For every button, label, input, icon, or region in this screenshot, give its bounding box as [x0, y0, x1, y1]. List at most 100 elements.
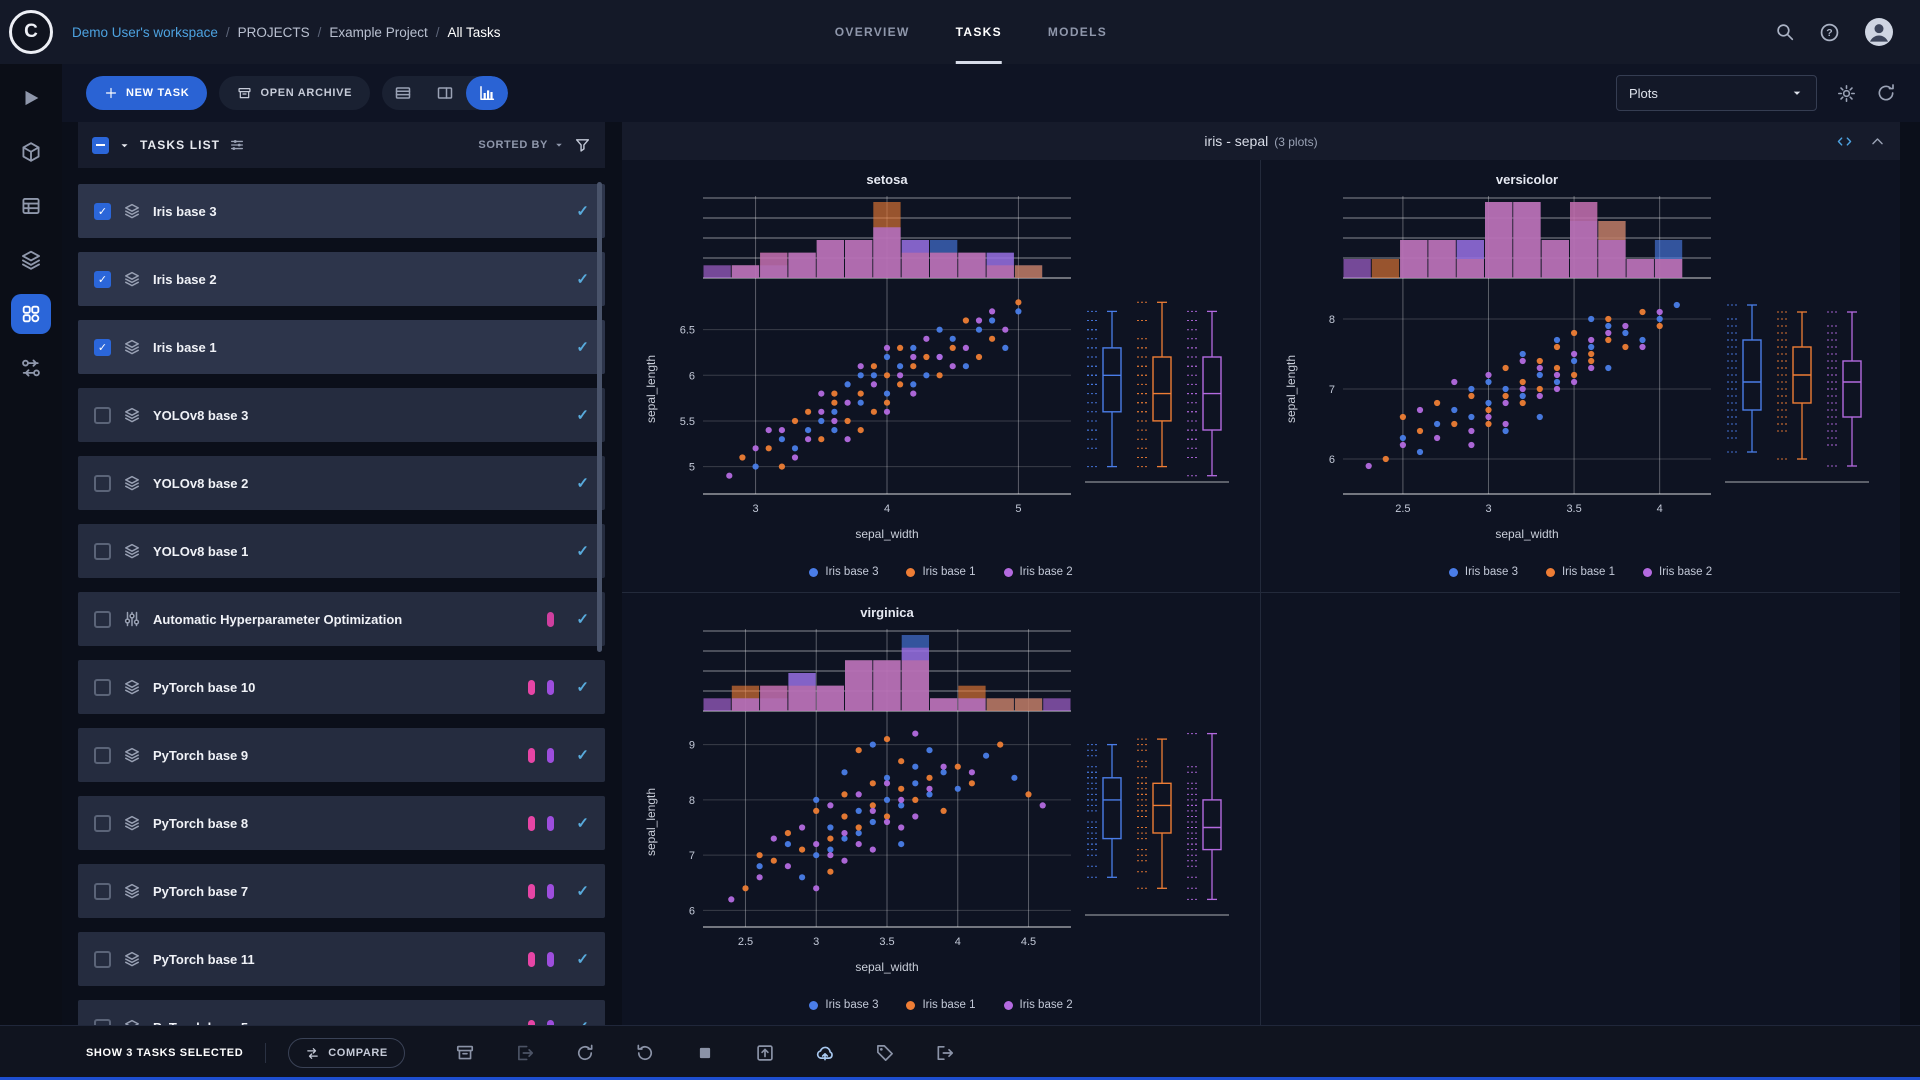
- task-checkbox[interactable]: [94, 611, 111, 628]
- archive-icon[interactable]: [455, 1043, 475, 1063]
- embed-code-icon[interactable]: [1836, 133, 1853, 150]
- nav-item-apps[interactable]: [11, 294, 51, 334]
- task-name: PyTorch base 9: [153, 748, 248, 763]
- help-icon[interactable]: ?: [1819, 22, 1840, 43]
- caret-down-icon[interactable]: [118, 139, 131, 152]
- task-checkbox[interactable]: [94, 815, 111, 832]
- task-row[interactable]: PyTorch base 7✓: [78, 864, 605, 918]
- collapse-icon[interactable]: [1869, 133, 1886, 150]
- legend-item[interactable]: Iris base 1: [906, 566, 975, 578]
- task-row[interactable]: Automatic Hyperparameter Optimization✓: [78, 592, 605, 646]
- tab-overview[interactable]: OVERVIEW: [835, 0, 910, 64]
- task-name: Iris base 3: [153, 204, 217, 219]
- task-row[interactable]: ✓Iris base 3✓: [78, 184, 605, 238]
- task-checkbox[interactable]: [94, 407, 111, 424]
- breadcrumb-item[interactable]: Demo User's workspace: [72, 25, 218, 40]
- move-to-icon[interactable]: [935, 1043, 955, 1063]
- task-checkbox[interactable]: [94, 747, 111, 764]
- task-checkbox[interactable]: ✓: [94, 203, 111, 220]
- legend-dot: [1643, 568, 1652, 577]
- plot-versicolor[interactable]: versicolor6782.533.54sepal_widthsepal_le…: [1281, 168, 1881, 564]
- header-actions: ?: [1775, 17, 1920, 47]
- nav-item-workers[interactable]: [11, 348, 51, 388]
- retry-icon[interactable]: [575, 1043, 595, 1063]
- plot-virginica[interactable]: virginica67892.533.544.5sepal_widthsepal…: [641, 601, 1241, 997]
- split-view-button[interactable]: [424, 76, 466, 110]
- compare-button[interactable]: COMPARE: [288, 1038, 405, 1068]
- plots-view-button[interactable]: [466, 76, 508, 110]
- task-row[interactable]: PyTorch base 8✓: [78, 796, 605, 850]
- legend-dot: [1004, 1001, 1013, 1010]
- footer-action-bar: SHOW 3 TASKS SELECTED COMPARE: [0, 1025, 1920, 1080]
- open-archive-button[interactable]: OPEN ARCHIVE: [219, 76, 370, 110]
- legend-item[interactable]: Iris base 3: [809, 566, 878, 578]
- tab-models[interactable]: MODELS: [1048, 0, 1107, 64]
- cloud-upload-icon[interactable]: [815, 1043, 835, 1063]
- nav-item-launch[interactable]: [11, 78, 51, 118]
- select-all-checkbox[interactable]: [92, 137, 109, 154]
- breadcrumb-item[interactable]: PROJECTS: [238, 25, 310, 40]
- legend-item[interactable]: Iris base 2: [1004, 999, 1073, 1011]
- task-checkbox[interactable]: [94, 475, 111, 492]
- task-checkbox[interactable]: [94, 679, 111, 696]
- task-name: YOLOv8 base 1: [153, 544, 248, 559]
- clearml-logo[interactable]: C: [0, 10, 62, 54]
- metric-view-dropdown[interactable]: Plots: [1616, 75, 1817, 111]
- breadcrumb-item[interactable]: Example Project: [329, 25, 427, 40]
- legend-item[interactable]: Iris base 2: [1643, 566, 1712, 578]
- plot-group-header[interactable]: iris - sepal (3 plots): [622, 122, 1900, 160]
- task-row[interactable]: PyTorch base 5✓: [78, 1000, 605, 1026]
- task-row[interactable]: ✓Iris base 2✓: [78, 252, 605, 306]
- scrollbar-thumb[interactable]: [597, 182, 602, 652]
- filter-icon[interactable]: [574, 137, 591, 154]
- legend-item[interactable]: Iris base 2: [1004, 566, 1073, 578]
- task-row[interactable]: PyTorch base 10✓: [78, 660, 605, 714]
- task-row[interactable]: YOLOv8 base 1✓: [78, 524, 605, 578]
- task-row[interactable]: PyTorch base 9✓: [78, 728, 605, 782]
- svg-text:4: 4: [955, 936, 961, 948]
- legend-item[interactable]: Iris base 3: [809, 999, 878, 1011]
- nav-item-reports[interactable]: [11, 186, 51, 226]
- svg-text:sepal_length: sepal_length: [644, 788, 658, 856]
- new-task-button[interactable]: NEW TASK: [86, 76, 207, 110]
- status-completed-icon: ✓: [576, 338, 589, 356]
- task-row[interactable]: ✓ Iris base 1 ✓: [78, 320, 605, 374]
- svg-text:3.5: 3.5: [879, 936, 894, 948]
- nav-item-pipelines[interactable]: [11, 240, 51, 280]
- customize-columns-icon[interactable]: [229, 137, 245, 153]
- settings-icon[interactable]: [1837, 84, 1856, 103]
- new-task-label: NEW TASK: [126, 87, 189, 99]
- auto-refresh-icon[interactable]: [1876, 83, 1896, 103]
- legend-item[interactable]: Iris base 3: [1449, 566, 1518, 578]
- abort-icon[interactable]: [695, 1043, 715, 1063]
- plot-setosa[interactable]: setosa55.566.5345sepal_widthsepal_length: [641, 168, 1241, 564]
- tab-tasks[interactable]: TASKS: [956, 0, 1002, 64]
- task-checkbox[interactable]: [94, 543, 111, 560]
- task-checkbox[interactable]: [94, 883, 111, 900]
- search-icon[interactable]: [1775, 22, 1795, 42]
- table-view-icon: [394, 84, 412, 102]
- reset-icon[interactable]: [635, 1043, 655, 1063]
- task-row[interactable]: YOLOv8 base 3✓: [78, 388, 605, 442]
- task-row[interactable]: YOLOv8 base 2✓: [78, 456, 605, 510]
- breadcrumb-item[interactable]: All Tasks: [447, 25, 500, 40]
- svg-text:sepal_length: sepal_length: [644, 355, 658, 423]
- task-row[interactable]: PyTorch base 11✓: [78, 932, 605, 986]
- nav-item-datasets[interactable]: [11, 132, 51, 172]
- dequeue-icon[interactable]: [515, 1043, 535, 1063]
- task-name: Automatic Hyperparameter Optimization: [153, 612, 402, 627]
- task-name: Iris base 1: [153, 340, 217, 355]
- tags-icon[interactable]: [875, 1043, 895, 1063]
- legend-item[interactable]: Iris base 1: [1546, 566, 1615, 578]
- task-checkbox[interactable]: [94, 951, 111, 968]
- task-checkbox[interactable]: ✓: [94, 271, 111, 288]
- publish-icon[interactable]: [755, 1043, 775, 1063]
- avatar[interactable]: [1864, 17, 1894, 47]
- legend-item[interactable]: Iris base 1: [906, 999, 975, 1011]
- task-checkbox[interactable]: ✓: [94, 339, 111, 356]
- svg-text:sepal_width: sepal_width: [855, 527, 918, 541]
- svg-text:versicolor: versicolor: [1495, 172, 1557, 187]
- sorted-by-button[interactable]: SORTED BY: [478, 139, 565, 151]
- tasks-list-rows: ✓Iris base 3✓✓Iris base 2✓✓Iris base 1✓Y…: [78, 168, 605, 1026]
- table-view-button[interactable]: [382, 76, 424, 110]
